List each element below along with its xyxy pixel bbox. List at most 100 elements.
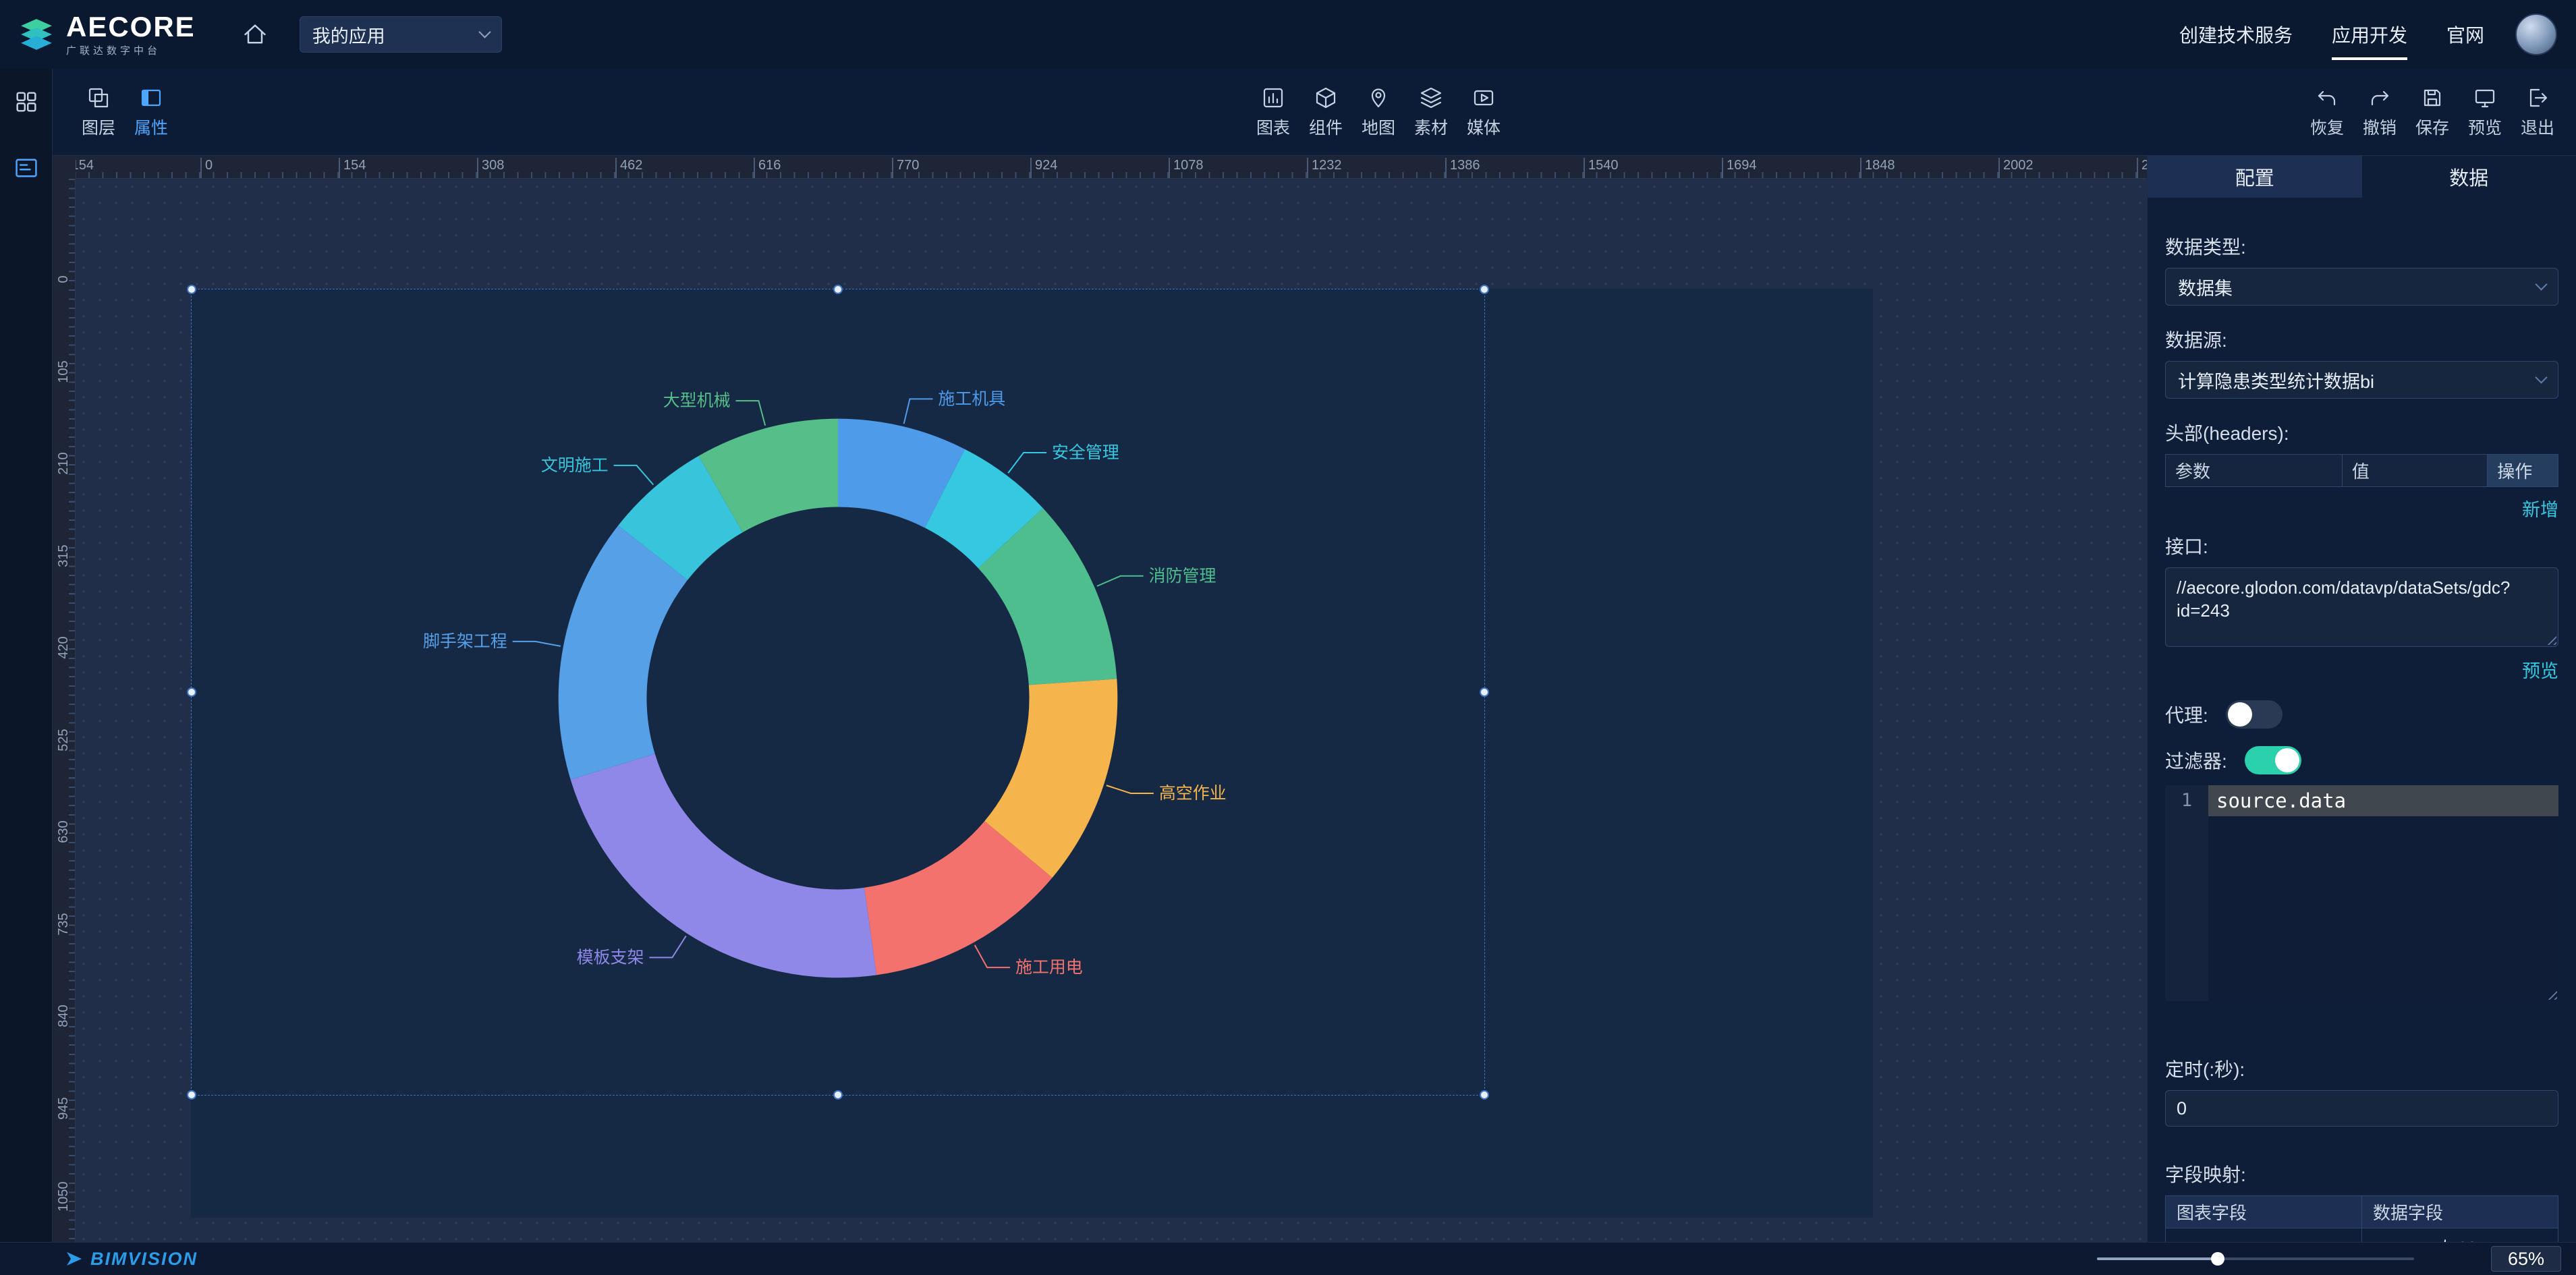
save-button-label: 保存 [2415, 115, 2449, 139]
v-ruler: 01052103154205256307358409451050 [53, 179, 76, 1242]
design-canvas[interactable]: 施工机具安全管理消防管理高空作业施工用电模板支架脚手架工程文明施工大型机械 [76, 179, 2147, 1242]
filter-code-editor[interactable]: 1 source.data [2165, 785, 2558, 1001]
tab-data[interactable]: 数据 [2362, 156, 2576, 198]
mapping-col-data-field: 数据字段 [2362, 1196, 2558, 1228]
panel-tabs: 配置 数据 [2148, 156, 2576, 198]
app-header: AECORE 广联达数字中台 我的应用 创建技术服务 应用开发 官网 [0, 0, 2576, 69]
restore-button[interactable]: 恢复 [2301, 86, 2353, 139]
status-bar: BIMVISION 65% [0, 1242, 2576, 1275]
data-source-label: 数据源: [2165, 326, 2558, 353]
selection-handle-bottom-left[interactable] [187, 1090, 196, 1100]
editor-toolbar: 图层 属性 图表 组件 地图 [53, 69, 2576, 156]
selection-handle-bottom-right[interactable] [1480, 1090, 1489, 1100]
app-select-dropdown[interactable]: 我的应用 [300, 16, 502, 53]
selection-handle-top-middle[interactable] [833, 285, 843, 294]
logo-subtitle: 广联达数字中台 [66, 46, 196, 56]
layers-button[interactable]: 图层 [72, 86, 125, 139]
h-ruler-label: 1848 [1860, 158, 1895, 173]
sidebar-screen-button[interactable] [0, 135, 53, 201]
sidebar-dashboard-button[interactable] [0, 69, 53, 135]
h-ruler-label: 1386 [1445, 158, 1480, 173]
undo-button-label: 撤销 [2363, 115, 2397, 139]
material-icon [1419, 86, 1443, 110]
donut-segment[interactable] [571, 754, 876, 978]
nav-official-site[interactable]: 官网 [2446, 21, 2484, 48]
donut-label: 高空作业 [1159, 784, 1227, 803]
h-ruler-label: 1694 [1722, 158, 1757, 173]
zoom-slider[interactable] [2097, 1251, 2414, 1267]
chart-icon [1261, 86, 1285, 110]
api-url-input[interactable]: //aecore.glodon.com/datavp/dataSets/gdc?… [2165, 567, 2558, 647]
screen-editor-icon [13, 154, 40, 181]
selection-handle-top-right[interactable] [1480, 285, 1489, 294]
headers-col-value: 值 [2342, 455, 2487, 487]
data-source-select[interactable]: 计算隐患类型统计数据bi [2165, 361, 2558, 399]
v-ruler-label: 315 [54, 544, 73, 567]
headers-table: 参数 值 操作 [2165, 454, 2558, 487]
h-ruler-label: 0 [200, 158, 213, 173]
material-button[interactable]: 素材 [1405, 86, 1457, 139]
logo-title: AECORE [66, 13, 196, 41]
preview-button-label: 预览 [2468, 115, 2502, 139]
data-type-value: 数据集 [2178, 274, 2233, 300]
h-ruler-label: 2156 [2137, 158, 2147, 173]
resize-handle-icon[interactable] [2545, 988, 2557, 1000]
proxy-toggle[interactable] [2226, 700, 2283, 729]
timer-input[interactable] [2165, 1090, 2558, 1127]
selection-handle-middle-left[interactable] [187, 687, 196, 697]
donut-leader-line [1097, 576, 1144, 586]
app-select-value: 我的应用 [312, 22, 385, 48]
donut-leader-line [1008, 453, 1046, 473]
v-ruler-label: 105 [54, 360, 73, 383]
h-ruler-label: 616 [754, 158, 781, 173]
headers-col-param: 参数 [2166, 455, 2343, 487]
selection-handle-middle-right[interactable] [1480, 687, 1489, 697]
filter-toggle[interactable] [2245, 746, 2301, 774]
nav-app-dev[interactable]: 应用开发 [2332, 21, 2407, 48]
tab-config[interactable]: 配置 [2148, 156, 2362, 198]
media-button[interactable]: 媒体 [1457, 86, 1510, 139]
v-ruler-label: 840 [54, 1004, 73, 1027]
donut-label: 大型机械 [663, 391, 731, 410]
chevron-down-icon [2535, 371, 2547, 383]
user-avatar[interactable] [2515, 13, 2557, 55]
v-ruler-label: 210 [54, 452, 73, 475]
component-button-label: 组件 [1309, 115, 1343, 139]
h-ruler-label: 2002 [1998, 158, 2034, 173]
field-mapping-label: 字段映射: [2165, 1160, 2558, 1187]
map-button[interactable]: 地图 [1352, 86, 1405, 139]
logo-mark-icon [18, 16, 55, 53]
zoom-slider-knob[interactable] [2211, 1252, 2224, 1266]
save-button[interactable]: 保存 [2406, 86, 2459, 139]
code-line-number: 1 [2165, 785, 2208, 816]
selected-widget-donut-chart[interactable]: 施工机具安全管理消防管理高空作业施工用电模板支架脚手架工程文明施工大型机械 [191, 289, 1485, 1096]
preview-button[interactable]: 预览 [2459, 86, 2511, 139]
add-header-link[interactable]: 新增 [2165, 495, 2558, 521]
code-line-content[interactable]: source.data [2208, 785, 2558, 816]
mapping-cell-chart-field[interactable]: x [2166, 1228, 2362, 1243]
exit-button[interactable]: 退出 [2511, 86, 2564, 139]
donut-chart-svg: 施工机具安全管理消防管理高空作业施工用电模板支架脚手架工程文明施工大型机械 [192, 289, 1484, 1095]
donut-label: 文明施工 [541, 456, 609, 475]
component-button[interactable]: 组件 [1299, 86, 1352, 139]
h-ruler: -154015430846261677092410781232138615401… [53, 156, 2147, 179]
zoom-slider-fill [2097, 1257, 2218, 1260]
table-row: x type [2166, 1228, 2558, 1243]
h-ruler-label: 1540 [1584, 158, 1619, 173]
media-button-label: 媒体 [1467, 115, 1501, 139]
home-icon [242, 21, 269, 48]
donut-leader-line [649, 936, 685, 957]
undo-button[interactable]: 撤销 [2353, 86, 2406, 139]
nav-create-tech-service[interactable]: 创建技术服务 [2179, 21, 2293, 48]
data-type-select[interactable]: 数据集 [2165, 268, 2558, 306]
preview-data-link[interactable]: 预览 [2165, 656, 2558, 683]
selection-handle-bottom-middle[interactable] [833, 1090, 843, 1100]
home-button[interactable] [233, 13, 277, 56]
properties-button-label: 属性 [134, 115, 168, 139]
chart-button[interactable]: 图表 [1247, 86, 1299, 139]
headers-label: 头部(headers): [2165, 419, 2558, 446]
properties-button[interactable]: 属性 [125, 86, 177, 139]
selection-handle-top-left[interactable] [187, 285, 196, 294]
dashboard-grid-icon [13, 88, 40, 115]
mapping-cell-data-field[interactable]: type [2362, 1228, 2558, 1243]
